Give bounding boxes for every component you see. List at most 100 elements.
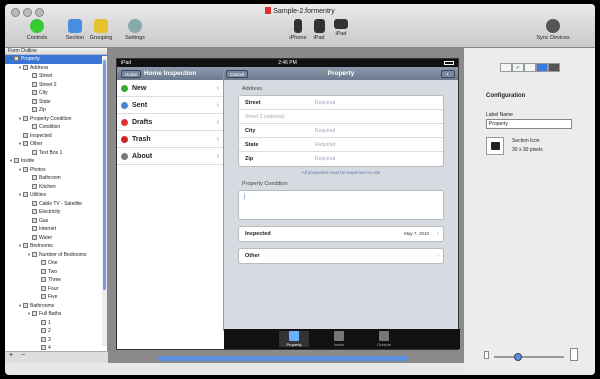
outline-row-label: Five [48,294,58,300]
remove-item-button[interactable]: − [21,352,25,359]
sidebar-scrollbar[interactable] [102,56,107,346]
outline-row[interactable]: Bathroom [5,174,107,183]
ipad-tab-bar: Property Inside Outside [224,329,460,349]
outline-row-label: Photos [30,166,46,173]
zip-field[interactable]: Required [315,156,335,162]
state-row[interactable]: State Required [239,138,443,152]
address-footnote: All properties must be inspected on site [301,170,381,175]
zoom-slider-knob[interactable] [514,353,522,361]
item-icon [32,175,37,180]
outline-row[interactable]: Condition [5,123,107,132]
menu-item[interactable]: Drafts › [117,114,223,131]
folder-icon [94,19,108,33]
state-field[interactable]: Required [315,142,335,148]
chevron-right-icon: › [216,102,219,109]
city-row[interactable]: City Required [239,124,443,138]
outline-row[interactable]: ▼ Property Condition [5,115,107,124]
outline-row[interactable]: Kitchen [5,183,107,192]
controls-button[interactable]: Controls [24,19,50,41]
outline-row[interactable]: ▼ Inside [5,157,107,166]
outline-row[interactable]: Street 2 [5,81,107,90]
outline-row[interactable]: Internet [5,225,107,234]
grouping-button[interactable]: Grouping [89,19,113,41]
tab-style[interactable] [548,63,560,72]
outline-row[interactable]: ▼ Address [5,64,107,73]
outline-row[interactable]: State [5,98,107,107]
canvas-horizontal-scrollbar[interactable] [158,356,408,361]
menu-item[interactable]: New › [117,80,223,97]
checkmark-icon: ✔ [515,65,521,71]
menu-item[interactable]: Sent › [117,97,223,114]
outline-row[interactable]: Inspected [5,132,107,141]
sidebar-scroll-thumb[interactable] [103,60,106,290]
outline-row[interactable]: ▼ Property [5,55,107,64]
street-field[interactable]: Required [315,100,335,106]
tab-outside[interactable]: Outside [369,331,399,347]
outline-row[interactable]: ▼ Other [5,140,107,149]
ipad-landscape-icon [334,19,348,29]
item-icon [14,56,19,61]
outline-row[interactable]: Four [5,285,107,294]
device-canvas: iPad 2:46 PM Home Home Inspection New › Se… [108,48,464,363]
street-row[interactable]: Street Required [239,96,443,110]
outline-row[interactable]: ▼ Bathrooms [5,302,107,311]
section-button[interactable]: Section [63,19,87,41]
other-group: Other › [238,248,444,264]
menu-item-label: About [132,153,153,160]
outline-row[interactable]: Five [5,293,107,302]
section-icon-well[interactable] [486,137,504,155]
city-field[interactable]: Required [315,128,335,134]
tab-validation[interactable]: ✔ [512,63,524,72]
outline-row[interactable]: Electricity [5,208,107,217]
outline-row[interactable]: One [5,259,107,268]
menu-item[interactable]: Trash › [117,131,223,148]
menu-item[interactable]: About › [117,148,223,165]
outline-row-label: State [39,98,51,105]
outline-row[interactable]: ▼ Photos [5,166,107,175]
outline-row[interactable]: City [5,89,107,98]
outline-row[interactable]: Two [5,268,107,277]
outline-row[interactable]: Text Box 1 [5,149,107,158]
zoom-slider[interactable] [494,353,564,361]
zip-row[interactable]: Zip Required [239,152,443,166]
outline-row[interactable]: ▼ Full Baths [5,310,107,319]
iphone-button[interactable]: iPhone [288,19,308,41]
outline-row[interactable]: Three [5,276,107,285]
ipad-landscape-button[interactable]: iPad [331,19,351,37]
tab-attributes[interactable] [500,63,512,72]
sync-devices-button[interactable]: Sync Devices [533,19,573,41]
outline-row[interactable]: Gas [5,217,107,226]
controls-icon [30,19,44,33]
ipad-portrait-button[interactable]: iPad [309,19,329,41]
outline-row-label: Bathroom [39,175,61,181]
settings-button[interactable]: Settings [122,19,148,41]
outline-row[interactable]: ▼ Utilities [5,191,107,200]
street2-field[interactable]: Street 2 (optional) [245,114,285,120]
outline-row[interactable]: 3 [5,336,107,345]
outline-row[interactable]: 1 [5,319,107,328]
outline-row[interactable]: Cable TV - Satellite [5,200,107,209]
outline-row-label: Address [30,64,49,71]
chevron-right-icon: › [216,153,219,160]
tab-inside[interactable]: Inside [324,331,354,347]
outline-row[interactable]: ▼ Number of Bedrooms [5,251,107,260]
tab-layout[interactable] [524,63,536,72]
street2-row[interactable]: Street 2 (optional) [239,110,443,124]
other-row[interactable]: Other › [239,249,443,263]
outline-row[interactable]: ▼ Bedrooms [5,242,107,251]
add-item-button[interactable]: + [9,352,13,359]
outline-row[interactable]: 2 [5,327,107,336]
outline-row-label: Property [21,56,40,62]
condition-text-area[interactable]: | [238,190,444,220]
send-action-button[interactable]: ↗ [441,70,455,78]
item-icon [32,124,37,129]
outline-row[interactable]: Street [5,72,107,81]
outline-row[interactable]: Zip [5,106,107,115]
tab-info[interactable] [536,63,548,72]
window-title: Sample-2.formentry [5,7,595,15]
outline-row[interactable]: Water [5,234,107,243]
tab-property[interactable]: Property [279,331,309,347]
inspected-row[interactable]: Inspected May 7, 2010 › [239,227,443,241]
label-name-input[interactable]: Property [486,119,572,129]
tray-icon [490,142,500,150]
